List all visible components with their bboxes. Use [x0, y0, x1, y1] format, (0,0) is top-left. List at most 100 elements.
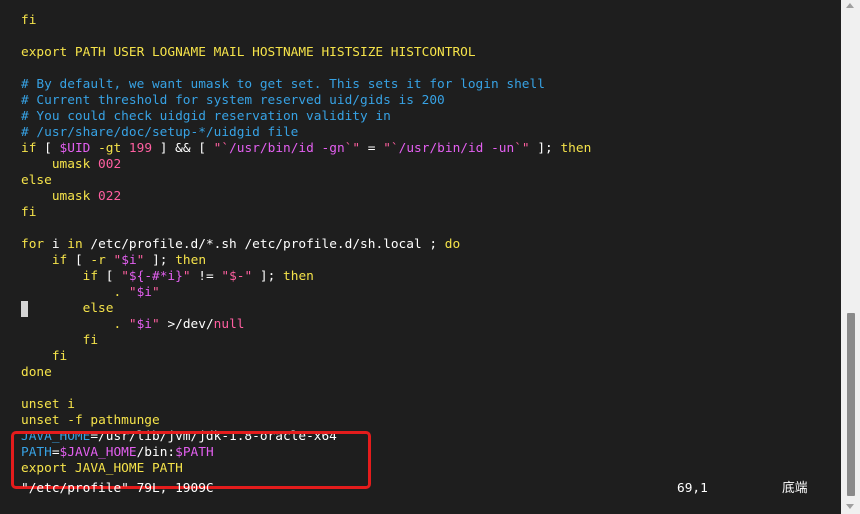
code-token: " — [152, 285, 160, 300]
code-token: [ — [98, 269, 122, 284]
code-token: "$-" — [221, 269, 253, 284]
code-token: if — [82, 269, 99, 284]
status-filename: "/etc/profile" 79L, 1909C — [21, 481, 214, 496]
code-token: `" — [344, 141, 361, 156]
code-token: fi — [21, 205, 37, 220]
code-token: JAVA_HOME — [21, 429, 91, 444]
code-token: unset — [21, 413, 60, 428]
code-token: ]; — [144, 253, 176, 268]
scrollbar[interactable] — [841, 0, 860, 514]
code-line: unset i — [0, 397, 591, 413]
scroll-down-arrow-icon[interactable] — [846, 504, 854, 509]
code-token: /usr/bin/id -un — [398, 141, 515, 156]
code-token: = — [51, 445, 60, 460]
code-line: # Current threshold for system reserved … — [0, 93, 591, 109]
code-token: /bin: — [136, 445, 176, 460]
code-line: done — [0, 365, 591, 381]
code-line: unset -f pathmunge — [0, 413, 591, 429]
code-token: != — [190, 269, 222, 284]
code-line: . "$i" >/dev/null — [0, 317, 591, 333]
vim-buffer[interactable]: fi export PATH USER LOGNAME MAIL HOSTNAME… — [0, 13, 591, 477]
code-token: ${-#*i} — [128, 269, 183, 284]
code-token: i — [44, 237, 68, 252]
code-token: /etc/profile.d/*.sh /etc/profile.d/sh.lo… — [82, 237, 445, 252]
code-token: 199 — [128, 141, 153, 156]
code-line: PATH=$JAVA_HOME/bin:$PATH — [0, 445, 591, 461]
code-token: ]; — [252, 269, 284, 284]
code-token: $i — [136, 285, 153, 300]
code-line: for i in /etc/profile.d/*.sh /etc/profil… — [0, 237, 591, 253]
code-line: umask 002 — [0, 157, 591, 173]
code-token: $UID — [59, 141, 91, 156]
code-token: # /usr/share/doc/setup-*/uidgid file — [21, 125, 299, 140]
code-token: >/dev/ — [159, 317, 214, 332]
text-cursor — [21, 301, 28, 317]
code-token: = — [360, 141, 384, 156]
code-line: # By default, we want umask to get set. … — [0, 77, 591, 93]
code-token: export PATH USER LOGNAME MAIL HOSTNAME H… — [21, 45, 476, 60]
code-token: ] && [ — [152, 141, 214, 156]
code-line: if [ $UID -gt 199 ] && [ "`/usr/bin/id -… — [0, 141, 591, 157]
code-token: umask — [21, 157, 99, 172]
code-token: pathmunge — [90, 413, 160, 428]
terminal-window[interactable]: fi export PATH USER LOGNAME MAIL HOSTNAME… — [0, 0, 841, 514]
code-token: then — [175, 253, 207, 268]
code-token: # You could check uidgid reservation val… — [21, 109, 391, 124]
code-token: then — [560, 141, 592, 156]
scrollbar-thumb[interactable] — [847, 313, 855, 496]
code-token: if — [51, 253, 68, 268]
code-line: . "$i" — [0, 285, 591, 301]
code-token: . — [21, 317, 129, 332]
code-token: do — [444, 237, 461, 252]
code-token: unset — [21, 397, 60, 412]
code-token: " — [182, 269, 191, 284]
code-line: # /usr/share/doc/setup-*/uidgid file — [0, 125, 591, 141]
code-token: fi — [21, 333, 99, 348]
code-token: [ — [36, 141, 60, 156]
code-token: 022 — [98, 189, 122, 204]
code-token: PATH — [21, 445, 52, 460]
code-token: in — [67, 237, 83, 252]
code-token: /usr/bin/id -gn — [229, 141, 345, 156]
code-token: else — [21, 173, 52, 188]
code-token: " — [128, 285, 137, 300]
code-token: "` — [213, 141, 230, 156]
code-token: -r — [90, 253, 106, 268]
code-token: i — [59, 397, 75, 412]
code-token: " — [128, 317, 137, 332]
code-token: $i — [136, 317, 153, 332]
status-scroll-indicator: 底端 — [782, 481, 808, 496]
code-line: JAVA_HOME=/usr/lib/jvm/jdk-1.8-oracle-x6… — [0, 429, 591, 445]
code-token: if — [21, 141, 37, 156]
code-token: " — [152, 317, 160, 332]
code-token: . — [21, 285, 129, 300]
code-line: fi — [0, 349, 591, 365]
code-line: fi — [0, 205, 591, 221]
code-line: export PATH USER LOGNAME MAIL HOSTNAME H… — [0, 45, 591, 61]
vim-status-line: "/etc/profile" 79L, 1909C 69,1 底端 — [0, 480, 841, 498]
scroll-up-arrow-icon[interactable] — [846, 3, 854, 8]
code-token: "` — [383, 141, 399, 156]
code-token: =/usr/lib/jvm/jdk-1.8-oracle-x64 — [90, 429, 337, 444]
code-line: else — [0, 301, 591, 317]
code-token: " — [121, 269, 129, 284]
code-token: else — [21, 301, 114, 316]
code-token: [ — [67, 253, 91, 268]
code-token: -gt — [90, 141, 129, 156]
code-token: umask — [21, 189, 99, 204]
code-line: if [ -r "$i" ]; then — [0, 253, 591, 269]
status-cursor-position: 69,1 — [677, 481, 708, 496]
code-token: null — [213, 317, 245, 332]
code-line: export JAVA_HOME PATH — [0, 461, 591, 477]
code-token: $JAVA_HOME — [59, 445, 137, 460]
code-token: # By default, we want umask to get set. … — [21, 77, 545, 92]
code-token: export JAVA_HOME PATH — [21, 461, 183, 476]
code-token: ]; — [529, 141, 561, 156]
